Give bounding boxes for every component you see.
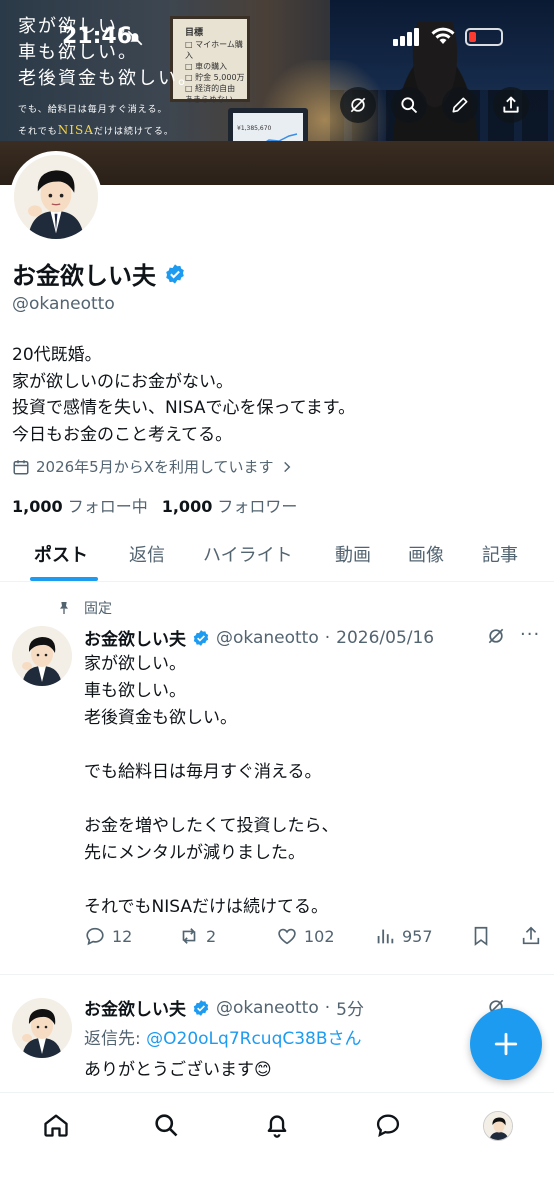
nav-home[interactable] bbox=[40, 1109, 72, 1141]
reply-icon bbox=[86, 927, 104, 946]
tab-images[interactable]: 画像 bbox=[408, 541, 444, 567]
post-more-button[interactable]: ··· bbox=[520, 624, 540, 645]
profile-name: お金欲しい夫 bbox=[12, 262, 156, 290]
share-post-button[interactable] bbox=[520, 925, 542, 947]
profile-bio: 20代既婚。 家が欲しいのにお金がない。 投資で感情を失い、NISAで心を保って… bbox=[12, 345, 356, 445]
tab-articles[interactable]: 記事 bbox=[482, 541, 518, 567]
nav-search[interactable] bbox=[150, 1109, 182, 1141]
verified-badge-icon[interactable] bbox=[164, 263, 186, 285]
following-link[interactable]: 1,000 フォロー中 bbox=[12, 493, 148, 517]
status-bar: 21:46 bbox=[0, 24, 554, 54]
tab-highlights[interactable]: ハイライト bbox=[203, 541, 293, 567]
search-icon bbox=[155, 1114, 178, 1137]
views-icon bbox=[377, 929, 394, 944]
plus-icon bbox=[494, 1032, 518, 1056]
reply-button[interactable]: 12 bbox=[84, 925, 132, 947]
tab-videos[interactable]: 動画 bbox=[335, 541, 371, 567]
post-author-name[interactable]: お金欲しい夫 bbox=[84, 995, 186, 1020]
share-icon bbox=[503, 96, 519, 113]
like-button[interactable]: 102 bbox=[276, 925, 335, 947]
search-icon bbox=[401, 97, 418, 114]
nav-messages[interactable] bbox=[372, 1109, 404, 1141]
post-header: お金欲しい夫 @okaneotto · 2026/05/16 bbox=[84, 625, 434, 651]
home-icon bbox=[44, 1114, 68, 1137]
bookmark-button[interactable] bbox=[470, 925, 492, 947]
heart-icon bbox=[278, 928, 296, 945]
verified-badge-icon bbox=[193, 629, 209, 646]
nav-notifications[interactable] bbox=[261, 1109, 293, 1141]
post-divider bbox=[0, 974, 554, 975]
grok-post-icon[interactable] bbox=[486, 626, 506, 650]
active-tab-indicator bbox=[30, 577, 98, 581]
post-header: お金欲しい夫 @okaneotto · 5分 bbox=[84, 995, 364, 1021]
profile-joined[interactable]: 2026年5月からXを利用しています bbox=[12, 456, 294, 477]
tab-replies[interactable]: 返信 bbox=[129, 541, 165, 567]
grok-button[interactable] bbox=[340, 87, 376, 123]
bookmark-icon bbox=[474, 926, 488, 946]
pencil-icon bbox=[452, 97, 468, 113]
share-icon bbox=[522, 926, 540, 945]
pin-icon bbox=[60, 602, 68, 614]
message-icon bbox=[376, 1114, 400, 1138]
chevron-right-icon bbox=[283, 461, 290, 472]
post-timestamp[interactable]: 5分 bbox=[336, 995, 364, 1020]
follow-stats: 1,000 フォロー中 1,000 フォロワー bbox=[12, 493, 297, 517]
repost-icon bbox=[182, 928, 196, 944]
search-button[interactable] bbox=[391, 87, 427, 123]
share-button[interactable] bbox=[493, 87, 529, 123]
status-time: 21:46 bbox=[62, 24, 133, 49]
post-avatar[interactable] bbox=[12, 998, 72, 1058]
edit-button[interactable] bbox=[442, 87, 478, 123]
bell-icon bbox=[267, 1115, 287, 1138]
nav-profile-avatar[interactable] bbox=[483, 1111, 513, 1141]
cellular-signal-icon bbox=[393, 28, 421, 50]
post-text: ありがとうございます😊 bbox=[84, 1060, 272, 1080]
grok-icon bbox=[350, 97, 366, 113]
post-author-handle[interactable]: @okaneotto bbox=[216, 628, 319, 648]
views-button[interactable]: 957 bbox=[374, 925, 433, 947]
tab-posts[interactable]: ポスト bbox=[34, 541, 88, 567]
silent-bell-icon bbox=[126, 29, 144, 51]
post-author-handle[interactable]: @okaneotto bbox=[216, 998, 319, 1018]
post-text: 家が欲しい。 車も欲しい。 老後資金も欲しい。 でも給料日は毎月すぐ消える。 お… bbox=[84, 654, 339, 917]
reply-to-line: 返信先: @O20oLq7RcuqC38Bさん bbox=[84, 1029, 362, 1049]
calendar-icon bbox=[13, 459, 29, 474]
battery-icon bbox=[465, 28, 503, 46]
profile-avatar[interactable] bbox=[10, 151, 102, 243]
bottom-navigation bbox=[0, 1092, 554, 1200]
reply-to-link[interactable]: @O20oLq7RcuqC38Bさん bbox=[146, 1029, 361, 1049]
verified-badge-icon bbox=[193, 999, 209, 1016]
post-timestamp[interactable]: 2026/05/16 bbox=[336, 628, 434, 648]
pinned-label: 固定 bbox=[56, 598, 112, 618]
post-author-name[interactable]: お金欲しい夫 bbox=[84, 625, 186, 650]
profile-name-row: お金欲しい夫 bbox=[12, 256, 186, 291]
post-actions: 12 2 102 957 bbox=[84, 925, 544, 951]
followers-link[interactable]: 1,000 フォロワー bbox=[162, 493, 298, 517]
profile-handle: @okaneotto bbox=[12, 294, 115, 314]
repost-button[interactable]: 2 bbox=[178, 925, 216, 947]
compose-post-button[interactable] bbox=[470, 1008, 542, 1080]
post-avatar[interactable] bbox=[12, 626, 72, 686]
joined-text: 2026年5月からXを利用しています bbox=[36, 458, 274, 476]
profile-tabs: ポスト 返信 ハイライト 動画 画像 記事 bbox=[0, 526, 554, 582]
wifi-icon bbox=[430, 26, 456, 50]
